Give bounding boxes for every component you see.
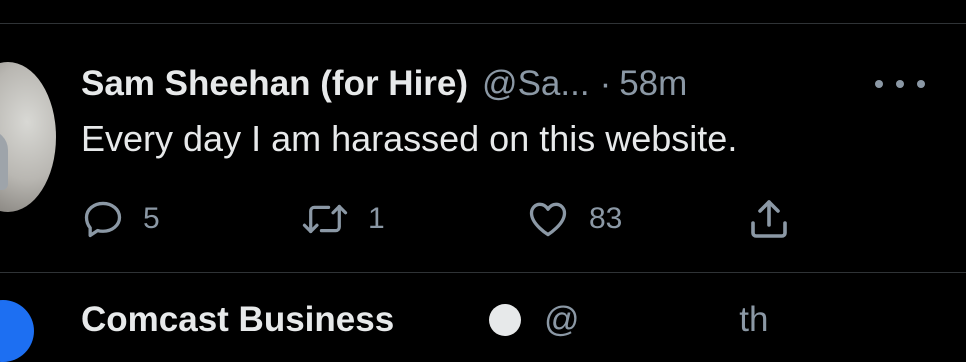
next-avatar[interactable] <box>0 300 34 362</box>
author-handle[interactable]: @Sa... <box>482 64 590 104</box>
separator-dot: · <box>599 64 612 103</box>
heart-icon <box>525 197 571 241</box>
timestamp[interactable]: 58m <box>619 64 687 104</box>
verified-badge-icon <box>489 304 521 336</box>
next-handle-text: @ <box>544 300 580 339</box>
bottom-divider <box>0 272 966 273</box>
more-dot <box>917 80 925 88</box>
next-time-text: th <box>739 300 769 339</box>
avatar[interactable] <box>0 62 56 212</box>
share-button[interactable] <box>745 196 793 242</box>
more-icon[interactable] <box>875 62 925 106</box>
retweet-button[interactable]: 1 <box>300 196 385 242</box>
retweet-icon <box>300 197 350 241</box>
more-dot <box>875 80 883 88</box>
share-icon <box>745 195 793 243</box>
reply-icon <box>81 197 125 241</box>
top-divider <box>0 23 966 24</box>
like-count: 83 <box>589 202 623 235</box>
like-button[interactable]: 83 <box>525 196 622 242</box>
tweet-header: Sam Sheehan (for Hire) @Sa... · 58m <box>81 62 687 106</box>
next-author-handle[interactable]: @ th <box>544 300 768 340</box>
more-dot <box>896 80 904 88</box>
author-name[interactable]: Sam Sheehan (for Hire) <box>81 64 468 104</box>
next-author-name[interactable]: Comcast Business <box>81 300 394 340</box>
tweet-text: Every day I am harassed on this website. <box>81 118 738 159</box>
retweet-count: 1 <box>368 202 385 235</box>
avatar-body <box>0 130 8 190</box>
reply-button[interactable]: 5 <box>81 196 160 242</box>
reply-count: 5 <box>143 202 160 235</box>
